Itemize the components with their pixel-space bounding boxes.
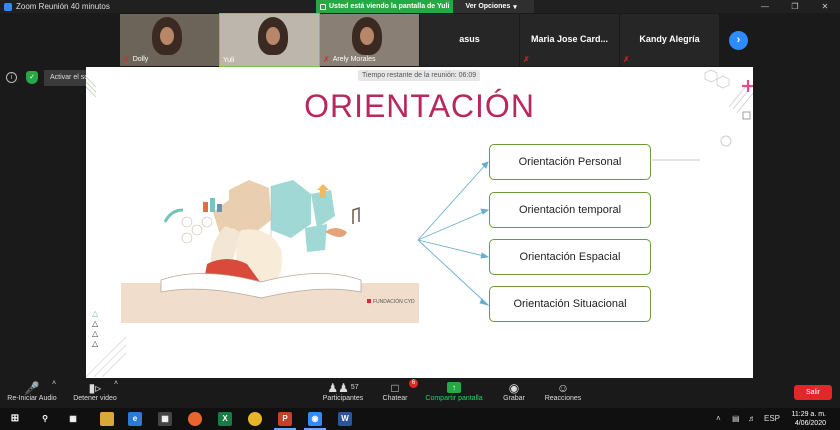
participants-count: 57 bbox=[350, 384, 359, 391]
participant-tile[interactable]: Kandy Alegría ✗ bbox=[620, 14, 719, 66]
option-box: Orientación Situacional bbox=[489, 286, 651, 322]
participant-video bbox=[258, 17, 288, 55]
muted-mic-icon: ✗ bbox=[623, 55, 630, 64]
chevron-up-icon[interactable]: ˄ bbox=[114, 380, 118, 387]
option-box: Orientación Personal bbox=[489, 144, 651, 180]
zoom-window: Zoom Reunión 40 minutos — ❐ ✕ Usted está… bbox=[0, 0, 840, 430]
share-status-text: Usted está viendo la pantalla de Yuli bbox=[329, 3, 450, 10]
chat-badge: 6 bbox=[409, 379, 418, 388]
shared-slide: Tiempo restante de la reunión: 06:09 ORI… bbox=[86, 67, 753, 378]
share-screen-button[interactable]: ↑ Compartir pantalla bbox=[421, 380, 487, 402]
slide-title: ORIENTACIÓN bbox=[304, 88, 535, 124]
participant-video bbox=[352, 17, 382, 55]
bar-icon bbox=[210, 198, 215, 212]
smiley-icon: ☺ bbox=[556, 380, 570, 395]
excel-icon[interactable]: X bbox=[218, 412, 232, 426]
participant-name: Dolly bbox=[132, 56, 149, 63]
view-options-button[interactable]: Ver Opciones bbox=[453, 3, 510, 10]
clock-time: 11:29 a. m. bbox=[791, 411, 826, 418]
volume-icon[interactable]: ♬ bbox=[748, 414, 756, 423]
windows-start-icon[interactable]: ⊞ bbox=[8, 412, 22, 426]
info-icon[interactable]: i bbox=[6, 72, 17, 83]
decorative-line bbox=[652, 159, 700, 161]
participants-button[interactable]: ♟♟ 57 Participantes bbox=[318, 380, 368, 403]
option-box: Orientación temporal bbox=[489, 192, 651, 228]
firefox-icon[interactable] bbox=[188, 412, 202, 426]
file-explorer-icon[interactable] bbox=[100, 412, 114, 426]
windows-taskbar: ⊞ ⚲ ▦ e ▦ X P ◉ W ˄ ▤ ♬ ESP 11:29 a. m. … bbox=[0, 408, 840, 430]
audio-label: Re-Iniciar Audio bbox=[7, 395, 57, 402]
participant-video bbox=[152, 17, 182, 55]
share-banner: Usted está viendo la pantalla de Yuli Ve… bbox=[316, 0, 534, 13]
network-icon[interactable]: ▤ bbox=[732, 414, 740, 423]
store-icon[interactable]: ▦ bbox=[158, 412, 172, 426]
chevron-up-icon[interactable]: ˄ bbox=[52, 380, 56, 387]
circle-decoration bbox=[720, 135, 732, 147]
muted-mic-icon: ✗ bbox=[123, 55, 130, 64]
music-note-icon bbox=[352, 206, 360, 224]
record-label: Grabar bbox=[503, 395, 525, 402]
participant-name: Maria Jose Card... bbox=[530, 34, 609, 44]
powerpoint-icon[interactable]: P bbox=[274, 412, 296, 430]
reading-illustration: FUNDACIÓN CYD bbox=[121, 180, 419, 323]
clock-date: 4/06/2020 bbox=[794, 420, 826, 427]
chat-bubble-icon: □ 6 bbox=[378, 379, 418, 395]
muted-mic-icon: ✗ bbox=[323, 55, 330, 64]
arrow-icon bbox=[163, 208, 184, 223]
task-view-icon[interactable]: ▦ bbox=[66, 412, 80, 426]
minimize-button[interactable]: — bbox=[750, 0, 780, 13]
brand-logo-icon bbox=[367, 299, 371, 303]
reactions-button[interactable]: ☺ Reacciones bbox=[542, 380, 584, 403]
chrome-icon[interactable] bbox=[248, 412, 262, 426]
restore-button[interactable]: ❐ bbox=[780, 0, 810, 13]
bar-icon bbox=[203, 202, 208, 212]
search-icon[interactable]: ⚲ bbox=[38, 412, 52, 426]
option-box: Orientación Espacial bbox=[489, 239, 651, 275]
participant-name: asus bbox=[459, 34, 480, 44]
share-status: Usted está viendo la pantalla de Yuli bbox=[316, 0, 454, 13]
screen-share-icon bbox=[320, 3, 326, 10]
participant-name: Arely Morales bbox=[332, 56, 376, 63]
word-icon[interactable]: W bbox=[338, 412, 352, 426]
participant-tile[interactable]: ✗ Arely Morales bbox=[320, 14, 419, 66]
triangle-icon: △ bbox=[92, 309, 99, 318]
leave-meeting-button[interactable]: Salir bbox=[794, 385, 832, 400]
record-button[interactable]: ◉ Grabar bbox=[500, 380, 528, 403]
chat-button[interactable]: □ 6 Chatear bbox=[378, 379, 418, 402]
participant-tile[interactable]: Yuli bbox=[219, 13, 320, 67]
chevron-up-icon[interactable]: ˄ bbox=[716, 414, 721, 423]
meeting-time-remaining: Tiempo restante de la reunión: 06:09 bbox=[358, 70, 481, 81]
connector-arrows bbox=[417, 161, 490, 306]
zoom-icon[interactable]: ◉ bbox=[304, 412, 326, 430]
video-label: Detener video bbox=[73, 395, 117, 402]
chevron-down-icon: ▾ bbox=[513, 3, 517, 11]
window-controls: — ❐ ✕ bbox=[750, 0, 840, 13]
language-icon[interactable]: ESP bbox=[764, 414, 780, 423]
participant-tile[interactable]: asus bbox=[420, 14, 519, 66]
participants-icon: ♟♟ 57 bbox=[327, 380, 359, 395]
slide-corner-decoration bbox=[86, 336, 126, 377]
meeting-toolbar: 🎤 Re-Iniciar Audio ˄ ▮▹ Detener video ˄ … bbox=[0, 378, 840, 408]
brand-text: FUNDACIÓN CYD bbox=[373, 298, 415, 305]
muted-mic-icon: ✗ bbox=[523, 55, 530, 64]
participants-label: Participantes bbox=[322, 395, 364, 402]
participant-name: Yuli bbox=[223, 57, 235, 64]
share-label: Compartir pantalla bbox=[425, 395, 483, 402]
record-icon: ◉ bbox=[508, 380, 520, 395]
system-clock[interactable]: 11:29 a. m. 4/06/2020 bbox=[791, 410, 826, 428]
shield-icon[interactable]: ✓ bbox=[26, 71, 38, 84]
palette-icon bbox=[325, 228, 347, 237]
participant-tile[interactable]: Maria Jose Card... ✗ bbox=[520, 14, 619, 66]
chat-label: Chatear bbox=[382, 395, 408, 402]
zoom-logo-icon bbox=[4, 2, 12, 11]
participant-name: Kandy Alegría bbox=[639, 34, 700, 44]
bar-icon bbox=[217, 204, 222, 212]
participant-tile[interactable]: ✗ Dolly bbox=[120, 14, 219, 66]
close-button[interactable]: ✕ bbox=[810, 0, 840, 13]
window-title: Zoom Reunión 40 minutos bbox=[16, 2, 110, 11]
next-page-button[interactable]: › bbox=[729, 31, 748, 50]
edge-icon[interactable]: e bbox=[128, 412, 142, 426]
reactions-label: Reacciones bbox=[544, 395, 582, 402]
share-arrow-icon: ↑ bbox=[447, 382, 461, 393]
